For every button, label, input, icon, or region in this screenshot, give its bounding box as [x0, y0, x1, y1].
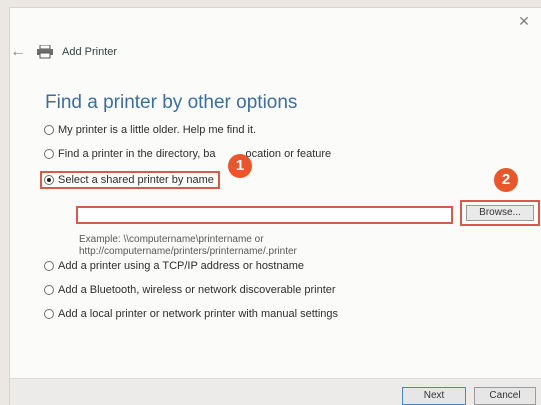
example-line-1: Example: \\computername\printername or [79, 234, 264, 245]
step-badge-1: 1 [228, 154, 252, 178]
radio-label: Add a Bluetooth, wireless or network dis… [58, 284, 336, 296]
radio-option-directory[interactable]: Find a printer in the directory, ba ocat… [44, 148, 331, 160]
printer-icon [37, 45, 53, 59]
radio-label: Add a local printer or network printer w… [58, 308, 339, 320]
radio-button[interactable] [44, 285, 54, 295]
radio-button-selected[interactable] [44, 175, 54, 185]
step-badge-2: 2 [494, 168, 518, 192]
radio-button[interactable] [44, 261, 54, 271]
radio-label: Add a printer using a TCP/IP address or … [58, 260, 305, 272]
cancel-button[interactable]: Cancel [474, 387, 536, 405]
printer-name-input[interactable] [76, 206, 453, 224]
radio-button[interactable] [44, 149, 54, 159]
radio-option-bluetooth[interactable]: Add a Bluetooth, wireless or network dis… [44, 284, 336, 296]
page-heading: Find a printer by other options [45, 92, 298, 113]
radio-option-shared-printer[interactable]: Select a shared printer by name [40, 171, 220, 189]
radio-button[interactable] [44, 125, 54, 135]
example-line-2: http://computername/printers/printername… [79, 246, 297, 257]
radio-option-tcpip[interactable]: Add a printer using a TCP/IP address or … [44, 260, 304, 272]
radio-button[interactable] [44, 309, 54, 319]
browse-highlight: Browse... [460, 200, 540, 226]
back-arrow-icon[interactable]: ← [8, 42, 28, 62]
browse-button[interactable]: Browse... [466, 205, 534, 221]
example-text: Example: \\computername\printername or h… [79, 234, 297, 258]
radio-option-older-printer[interactable]: My printer is a little older. Help me fi… [44, 124, 256, 136]
radio-label: My printer is a little older. Help me fi… [58, 124, 257, 136]
radio-label-tail: ocation or feature [245, 148, 332, 160]
dialog-header: ← Add Printer [10, 42, 310, 62]
dialog-title: Add Printer [62, 46, 118, 58]
radio-label: Find a printer in the directory, ba [58, 148, 216, 160]
add-printer-dialog: ✕ ← Add Printer Find a printer by other … [10, 8, 541, 405]
next-button[interactable]: Next [402, 387, 466, 405]
radio-option-local-printer[interactable]: Add a local printer or network printer w… [44, 308, 338, 320]
dialog-footer: Next Cancel [10, 378, 541, 405]
radio-label: Select a shared printer by name [58, 174, 214, 186]
close-icon[interactable]: ✕ [515, 12, 533, 30]
